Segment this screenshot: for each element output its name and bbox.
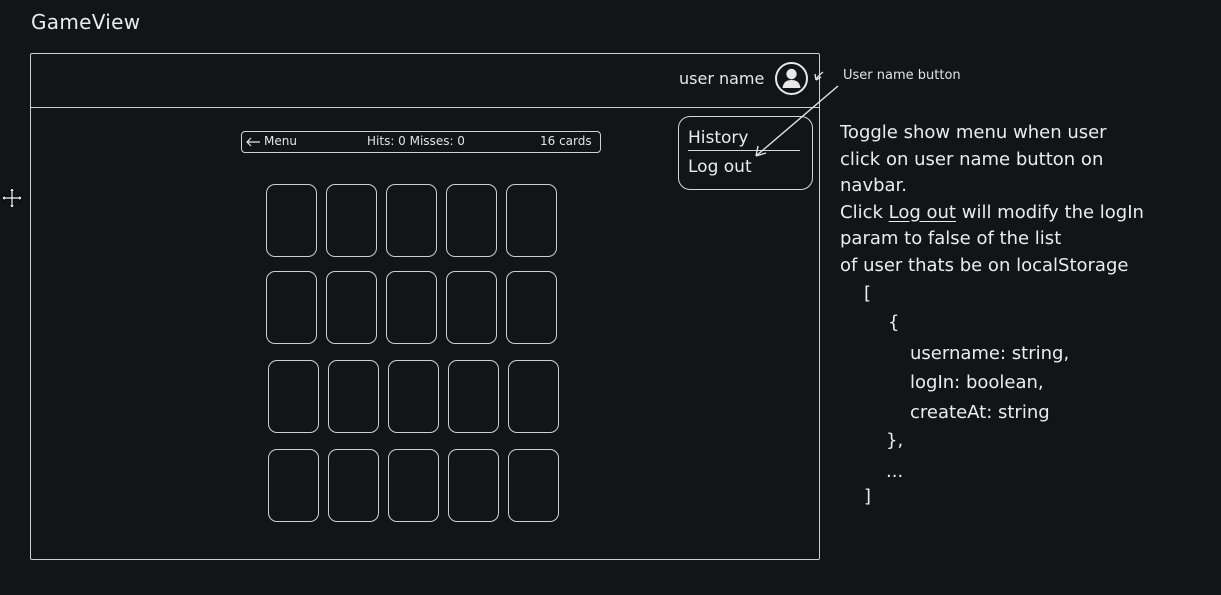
memory-card[interactable]	[506, 184, 557, 257]
note-log-out-link: Log out	[888, 201, 956, 223]
memory-card[interactable]	[326, 184, 377, 257]
memory-card[interactable]	[386, 271, 437, 344]
score-text: Hits: 0 Misses: 0	[367, 134, 465, 148]
annotation-note: Toggle show menu when user click on user…	[840, 120, 1144, 279]
memory-card[interactable]	[268, 360, 319, 433]
code-line: ]	[864, 486, 872, 507]
memory-card[interactable]	[326, 271, 377, 344]
memory-card[interactable]	[266, 271, 317, 344]
code-line: {	[888, 312, 900, 333]
navbar-divider	[30, 107, 820, 108]
memory-card[interactable]	[268, 449, 319, 522]
code-line: logIn: boolean,	[910, 372, 1044, 393]
memory-card[interactable]	[388, 360, 439, 433]
username-label[interactable]: user name	[679, 69, 764, 88]
page-title: GameView	[31, 10, 141, 34]
code-line: [	[864, 283, 872, 304]
code-line: ...	[886, 461, 904, 482]
arrow-left-icon	[246, 137, 260, 147]
menu-divider	[688, 150, 800, 151]
note-tail: param to false of the list of user thats…	[840, 228, 1129, 276]
memory-card[interactable]	[388, 449, 439, 522]
user-avatar-icon[interactable]	[775, 62, 808, 95]
card-count: 16 cards	[540, 134, 592, 148]
note-intro: Toggle show menu when user click on user…	[840, 122, 1107, 196]
memory-card[interactable]	[506, 271, 557, 344]
move-icon[interactable]	[0, 186, 24, 210]
memory-card[interactable]	[328, 449, 379, 522]
menu-item-history[interactable]: History	[688, 128, 748, 148]
memory-card[interactable]	[328, 360, 379, 433]
memory-card[interactable]	[386, 184, 437, 257]
memory-card[interactable]	[266, 184, 317, 257]
memory-card[interactable]	[448, 449, 499, 522]
memory-card[interactable]	[508, 449, 559, 522]
menu-item-log-out[interactable]: Log out	[688, 157, 752, 177]
annotation-user-name-button: User name button	[843, 68, 961, 83]
menu-back-link[interactable]: Menu	[264, 134, 297, 148]
note-click: Click	[840, 201, 883, 223]
memory-card[interactable]	[508, 360, 559, 433]
note-rest: will modify the logIn	[961, 201, 1144, 223]
code-line: },	[886, 430, 904, 451]
code-line: username: string,	[910, 343, 1070, 364]
memory-card[interactable]	[446, 184, 497, 257]
memory-card[interactable]	[446, 271, 497, 344]
memory-card[interactable]	[448, 360, 499, 433]
code-line: createAt: string	[910, 402, 1050, 423]
user-silhouette-icon	[782, 68, 801, 88]
